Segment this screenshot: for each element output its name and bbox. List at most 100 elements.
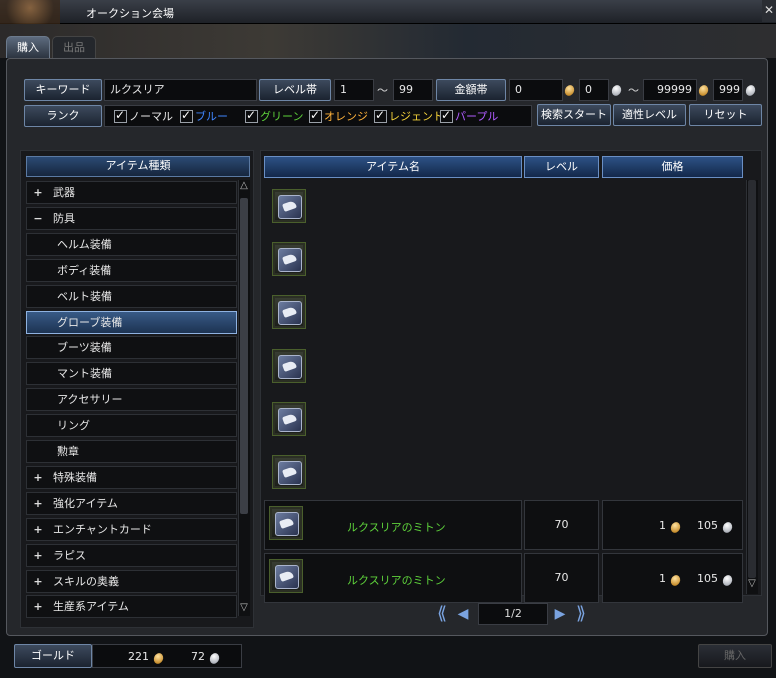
category-item[interactable]: ベルト装備	[26, 284, 237, 308]
category-item[interactable]: マント装備	[26, 362, 237, 386]
item-row-name-cell[interactable]: ルクスリアのミトン	[264, 553, 522, 603]
level-range-button[interactable]: レベル帯	[259, 79, 331, 101]
price-min-gold-input[interactable]: 0	[509, 79, 563, 101]
checkbox-check-icon	[440, 108, 453, 123]
rank-checkbox-blue[interactable]: ブルー	[180, 108, 228, 124]
gold-coin-icon	[697, 83, 710, 97]
glove-item-icon[interactable]	[272, 401, 306, 436]
column-header-level[interactable]: レベル	[524, 156, 599, 178]
checkbox-check-icon	[309, 108, 322, 123]
category-item[interactable]: + ラピス	[26, 543, 237, 567]
rank-label-orange: オレンジ	[324, 110, 368, 123]
category-item-label: 勲章	[57, 445, 79, 458]
rank-checkbox-purple[interactable]: パープル	[440, 108, 498, 124]
glove-item-icon[interactable]	[272, 455, 306, 489]
expand-plus-icon[interactable]: +	[31, 467, 45, 488]
category-item-label: リング	[57, 419, 90, 433]
next-page-icon[interactable]: ▶	[551, 604, 569, 624]
item-name: ルクスリアのミトン	[347, 521, 446, 534]
keyword-label-button[interactable]: キーワード	[24, 79, 102, 101]
price-min-silver-input[interactable]: 0	[579, 79, 609, 101]
expand-plus-icon[interactable]: +	[31, 182, 45, 203]
category-item[interactable]: + エンチャントカード	[26, 517, 237, 541]
category-item-label: 強化アイテム	[53, 496, 118, 510]
price-silver: 105	[697, 572, 718, 585]
prev-page-icon[interactable]: ◀	[454, 604, 472, 624]
gold-coin-icon	[563, 83, 576, 97]
gold-coin-icon	[669, 520, 682, 534]
keyword-input[interactable]: ルクスリア	[104, 79, 257, 101]
category-item-label: エンチャントカード	[53, 522, 152, 536]
level-min-input[interactable]: 1	[334, 79, 374, 101]
tab-buy[interactable]: 購入	[6, 36, 50, 58]
category-item[interactable]: グローブ装備	[26, 310, 237, 334]
column-header-item-name[interactable]: アイテム名	[264, 156, 522, 178]
expand-plus-icon[interactable]: +	[31, 493, 45, 514]
buy-button[interactable]: 購入	[698, 644, 772, 668]
expand-plus-icon[interactable]: +	[31, 545, 45, 566]
rank-label-purple: パープル	[455, 110, 499, 123]
glove-item-icon[interactable]	[269, 559, 303, 593]
price-max-gold-input[interactable]: 99999	[643, 79, 697, 101]
expand-plus-icon[interactable]: +	[31, 596, 45, 617]
price-gold: 1	[659, 519, 666, 532]
item-scroll-thumb[interactable]	[748, 180, 756, 578]
category-item[interactable]: ボディ装備	[26, 258, 237, 282]
glove-item-icon[interactable]	[272, 348, 306, 383]
collapse-minus-icon[interactable]: −	[31, 208, 45, 229]
category-item[interactable]: + 武器	[26, 181, 237, 204]
category-item[interactable]: リング	[26, 414, 237, 438]
first-page-icon[interactable]: ⟪	[432, 604, 452, 624]
rank-label-button[interactable]: ランク	[24, 105, 102, 127]
category-item[interactable]: ブーツ装備	[26, 336, 237, 360]
category-item[interactable]: + 強化アイテム	[26, 491, 237, 515]
rank-checkbox-orange[interactable]: オレンジ	[309, 108, 368, 124]
glove-icon	[278, 301, 302, 326]
rank-checkbox-legend[interactable]: レジェンド	[374, 108, 444, 124]
item-row-price-cell[interactable]: 1 105	[602, 553, 743, 603]
gold-coin-icon	[669, 573, 682, 587]
item-row-name-cell[interactable]: ルクスリアのミトン	[264, 500, 522, 550]
category-scroll-thumb[interactable]	[240, 198, 248, 514]
npc-portrait	[0, 0, 60, 24]
price-range-button[interactable]: 金額帯	[436, 79, 506, 101]
glove-item-icon[interactable]	[272, 295, 306, 330]
item-row-price-cell[interactable]: 1 105	[602, 500, 743, 550]
close-button[interactable]: ✕	[762, 0, 776, 22]
window-title: オークション会場	[86, 7, 174, 20]
glove-item-icon[interactable]	[272, 189, 306, 223]
rank-label-green: グリーン	[260, 110, 304, 123]
tab-sell[interactable]: 出品	[52, 36, 96, 58]
category-item[interactable]: − 防具	[26, 206, 237, 230]
rank-checkbox-green[interactable]: グリーン	[245, 108, 303, 124]
expand-plus-icon[interactable]: +	[31, 519, 45, 540]
expand-plus-icon[interactable]: +	[31, 571, 45, 592]
price-max-silver-input[interactable]: 999	[713, 79, 743, 101]
scroll-down-icon[interactable]: ▽	[746, 578, 758, 589]
search-start-button[interactable]: 検索スタート	[537, 104, 611, 126]
category-item[interactable]: + 特殊装備	[26, 465, 237, 489]
item-level: 70	[554, 571, 569, 584]
suitable-level-button[interactable]: 適性レベル	[613, 104, 686, 126]
category-item[interactable]: ヘルム装備	[26, 232, 237, 256]
reset-button[interactable]: リセット	[689, 104, 762, 126]
column-header-price[interactable]: 価格	[602, 156, 743, 178]
checkbox-check-icon	[114, 108, 127, 123]
category-item[interactable]: 勲章	[26, 440, 237, 463]
glove-icon	[275, 512, 299, 536]
last-page-icon[interactable]: ⟫	[571, 604, 591, 624]
level-max-input[interactable]: 99	[393, 79, 433, 101]
item-row-level-cell[interactable]: 70	[524, 553, 599, 603]
category-item-label: ベルト装備	[57, 289, 112, 303]
category-item-label: 生産系アイテム	[53, 600, 129, 614]
item-row-level-cell[interactable]: 70	[524, 500, 599, 550]
glove-item-icon[interactable]	[272, 242, 306, 277]
scroll-down-icon[interactable]: ▽	[238, 602, 250, 613]
gold-amount: 221	[128, 650, 149, 663]
rank-checkbox-normal[interactable]: ノーマル	[114, 108, 173, 124]
category-item[interactable]: アクセサリー	[26, 388, 237, 412]
category-item[interactable]: + 生産系アイテム	[26, 595, 237, 619]
glove-item-icon[interactable]	[269, 506, 303, 540]
category-item[interactable]: + スキルの奥義	[26, 569, 237, 593]
scroll-up-icon[interactable]: △	[238, 180, 250, 191]
